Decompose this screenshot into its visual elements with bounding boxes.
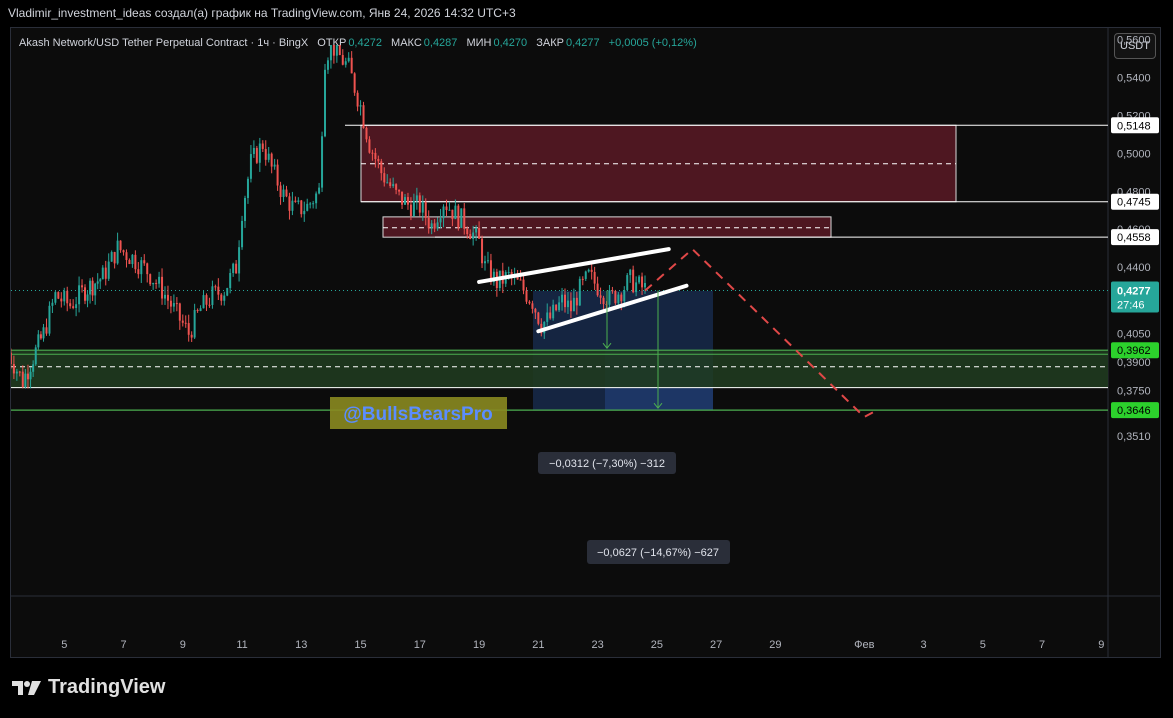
open-label: ОТКР (317, 37, 347, 49)
currency-button[interactable]: USDT (1114, 33, 1156, 59)
tradingview-logo-icon (12, 680, 41, 695)
high-value: 0,4287 (423, 37, 458, 49)
symbol-name: Akash Network/USD Tether Perpetual Contr… (19, 37, 309, 49)
close-value: 0,4277 (565, 37, 600, 49)
high-label: МАКС (391, 37, 422, 49)
chart-author-header: Vladimir_investment_ideas создал(а) граф… (8, 6, 516, 20)
tradingview-logo[interactable]: TradingView (12, 676, 165, 699)
chart-panel[interactable]: Akash Network/USD Tether Perpetual Contr… (10, 27, 1161, 658)
candle-body (7, 352, 9, 353)
open-value: 0,4272 (348, 37, 382, 49)
close-label: ЗАКР (536, 37, 564, 49)
symbol-info-bar: Akash Network/USD Tether Perpetual Contr… (19, 37, 697, 49)
change-value: +0,0005 (+0,12%) (608, 37, 697, 49)
tradingview-logo-text: TradingView (48, 676, 166, 698)
low-label: МИН (466, 37, 492, 49)
low-value: 0,4270 (493, 37, 528, 49)
